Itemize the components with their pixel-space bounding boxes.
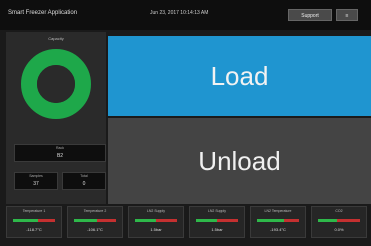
metric-level-bar xyxy=(318,219,360,222)
menu-button[interactable]: ≡ xyxy=(336,9,358,21)
metric-value: 1.5bar xyxy=(150,227,162,232)
metric-level-bar xyxy=(135,219,177,222)
metric-tile: Temperature 2 -106.1°C xyxy=(67,206,123,238)
metric-tile: CO2 0.0% xyxy=(311,206,367,238)
metric-value: -118.7°C xyxy=(26,227,42,232)
metric-tile: LN2 Supply 1.5bar xyxy=(128,206,184,238)
samples-label: Samples xyxy=(29,174,43,178)
metric-level-fill xyxy=(135,219,156,222)
total-value: 0 xyxy=(82,181,86,187)
total-label: Total xyxy=(80,174,88,178)
metrics-bar: Temperature 1 -118.7°C Temperature 2 -106.1… xyxy=(6,206,371,238)
metric-title: LN2 Temperature xyxy=(264,209,292,213)
metric-title: Temperature 1 xyxy=(22,209,46,213)
metric-title: Temperature 2 xyxy=(83,209,107,213)
unload-button[interactable]: Unload xyxy=(108,118,371,204)
metric-level-fill xyxy=(196,219,217,222)
load-button[interactable]: Load xyxy=(108,36,371,116)
capacity-gauge xyxy=(21,49,91,119)
rack-label: Rack xyxy=(56,146,64,150)
metric-tile: LN2 Supply 1.5bar xyxy=(189,206,245,238)
status-panel: Capacity Rack B2 Samples 37 Total 0 xyxy=(6,32,106,204)
support-button[interactable]: Support xyxy=(288,9,332,21)
gauge-label: Capacity xyxy=(48,36,64,41)
metric-value: 0.0% xyxy=(334,227,344,232)
metric-value: 1.5bar xyxy=(211,227,223,232)
metric-value: -193.4°C xyxy=(270,227,286,232)
top-bar: Smart Freezer Application Jun 23, 2017 1… xyxy=(0,0,371,30)
metric-tile: Temperature 1 -118.7°C xyxy=(6,206,62,238)
rack-value: B2 xyxy=(56,153,64,159)
metric-title: LN2 Supply xyxy=(146,209,166,213)
samples-value: 37 xyxy=(33,181,39,187)
metric-level-bar xyxy=(196,219,238,222)
rack-field: Rack B2 xyxy=(14,144,106,162)
metric-level-fill xyxy=(257,219,285,222)
metric-value: -106.1°C xyxy=(87,227,103,232)
metric-level-fill xyxy=(318,219,337,222)
metric-tile: LN2 Temperature -193.4°C xyxy=(250,206,306,238)
metric-level-fill xyxy=(74,219,98,222)
metric-title: CO2 xyxy=(335,209,343,213)
gauge-center xyxy=(37,65,75,103)
samples-field: Samples 37 xyxy=(14,172,58,190)
metric-level-bar xyxy=(257,219,299,222)
metric-level-bar xyxy=(13,219,55,222)
metric-level-fill xyxy=(13,219,39,222)
datetime: Jun 23, 2017 10:14:13 AM xyxy=(150,10,209,16)
total-field: Total 0 xyxy=(62,172,106,190)
app-title: Smart Freezer Application xyxy=(8,10,78,16)
metric-title: LN2 Supply xyxy=(207,209,227,213)
metric-level-bar xyxy=(74,219,116,222)
